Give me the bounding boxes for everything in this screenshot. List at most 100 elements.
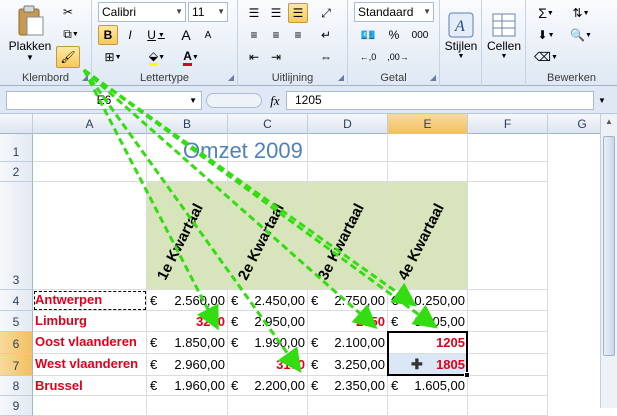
thousands-separator-button[interactable]: 000 [406,25,434,45]
currency-symbol: € [391,378,399,393]
row-header-3[interactable]: 3 [0,182,33,290]
find-select-button[interactable]: 🔍 ▼ [564,25,598,45]
cell-f3[interactable] [468,182,548,290]
cell-f8[interactable] [468,376,548,396]
row-header-7[interactable]: 7 [0,354,33,376]
row-header-6[interactable]: 6 [0,332,33,354]
row-header-4[interactable]: 4 [0,290,33,311]
decrease-decimal-button[interactable]: ,00→ [384,47,412,67]
increase-indent-button[interactable]: ⇥ [266,47,286,67]
row-header-1[interactable]: 1 [0,134,33,162]
vertical-scrollbar[interactable]: ▲ [600,114,617,408]
currency-symbol: € [311,293,319,308]
expand-formula-button[interactable]: ▼ [595,91,609,110]
grow-font-button[interactable]: A [176,25,196,45]
cell-a9[interactable] [33,396,147,416]
clear-button[interactable]: ⌫ ▼ [532,47,560,67]
increase-decimal-button[interactable]: ←,0 [354,47,382,67]
italic-button[interactable]: I [120,25,140,45]
fill-color-button[interactable]: ⬙ ▼ [142,47,172,67]
cell-e1[interactable] [388,134,468,162]
dialog-launcher-icon[interactable]: ◢ [228,73,234,82]
dialog-launcher-icon[interactable]: ◢ [338,73,344,82]
scroll-thumb[interactable] [603,136,615,356]
insert-function-button[interactable]: fx [266,91,284,110]
merge-center-button[interactable]: ⇔ [312,47,340,67]
number-format-combo[interactable]: Standaard ▼ [354,2,434,22]
alignment-group: ☰ ☰ ☰ ⤢ ≡ ≡ ≡ ↵ ⇤ ⇥ ⇔ Uitlijning ◢ [238,0,348,86]
bold-button[interactable]: B [98,25,118,45]
orientation-button[interactable]: ⤢ [312,3,340,23]
fill-handle[interactable] [464,372,470,378]
decrease-indent-button[interactable]: ⇤ [244,47,264,67]
cell-b2[interactable] [147,162,228,182]
cut-button[interactable]: ✂ [56,2,80,22]
font-color-button[interactable]: A ▼ [176,47,206,67]
cell-d1[interactable] [308,134,388,162]
scroll-up-icon[interactable]: ▲ [601,114,617,130]
cell-a3[interactable] [33,182,147,290]
font-size-combo[interactable]: 11 ▼ [188,2,228,22]
cell-e9[interactable] [388,396,468,416]
align-left-button[interactable]: ≡ [244,25,264,45]
column-header-a[interactable]: A [33,114,147,134]
value-cell: €1.990,00 [228,332,308,354]
cell-c9[interactable] [228,396,308,416]
dialog-launcher-icon[interactable]: ◢ [82,73,88,82]
row-number: 1 [12,145,20,159]
column-header-f[interactable]: F [468,114,548,134]
align-bottom-button[interactable]: ☰ [288,3,308,23]
row-header-8[interactable]: 8 [0,376,33,396]
align-center-button[interactable]: ≡ [266,25,286,45]
cell-f7[interactable] [468,354,548,376]
row-label: West vlaanderen [35,356,139,371]
currency-format-button[interactable]: 💶 [354,25,382,45]
autosum-button[interactable]: Σ ▼ [532,3,560,23]
cell-f6[interactable] [468,332,548,354]
grow-font-glyph: A [181,27,191,43]
column-header-c[interactable]: C [228,114,308,134]
underline-button[interactable]: U ▼ [142,25,170,45]
font-name-combo[interactable]: Calibri ▼ [98,2,186,22]
formula-bar-splitter[interactable] [206,93,262,108]
sort-filter-button[interactable]: ⇅ ▼ [564,3,598,23]
cell-f2[interactable] [468,162,548,182]
cell-e2[interactable] [388,162,468,182]
name-box[interactable]: E6 ▼ [6,91,202,110]
cell-b9[interactable] [147,396,228,416]
cell-c2[interactable] [228,162,308,182]
row-header-9[interactable]: 9 [0,396,33,416]
cell-f1[interactable] [468,134,548,162]
paste-button[interactable]: Plakken ▼ [8,2,52,64]
borders-button[interactable]: ⊞ ▼ [98,47,128,67]
fill-button[interactable]: ⬇ ▼ [532,25,560,45]
styles-button[interactable]: A Stijlen ▼ [442,2,480,68]
column-header-e[interactable]: E [388,114,468,134]
cell-f9[interactable] [468,396,548,416]
dialog-launcher-icon[interactable]: ◢ [430,73,436,82]
cell-d9[interactable] [308,396,388,416]
percent-button[interactable]: % [384,25,404,45]
cell-a2[interactable] [33,162,147,182]
shrink-font-button[interactable]: A [198,25,218,45]
increase-decimal-icon: ←,0 [359,52,377,62]
row-header-5[interactable]: 5 [0,311,33,332]
scissors-icon: ✂ [62,5,74,19]
cell-f4[interactable] [468,290,548,311]
column-header-b[interactable]: B [147,114,228,134]
align-top-button[interactable]: ☰ [244,3,264,23]
cell-f5[interactable] [468,311,548,332]
cells-button[interactable]: Cellen ▼ [484,2,524,68]
copy-button[interactable]: ⧉ ▼ [56,24,86,44]
column-header-d[interactable]: D [308,114,388,134]
formula-input[interactable]: 1205 [286,91,594,110]
format-painter-button[interactable]: 🖌 [56,46,80,68]
row-header-2[interactable]: 2 [0,162,33,182]
wrap-text-button[interactable]: ↵ [312,25,340,45]
select-all-button[interactable] [0,114,33,134]
align-right-button[interactable]: ≡ [288,25,308,45]
cell-a1[interactable] [33,134,147,162]
cell-d2[interactable] [308,162,388,182]
cell-value: 3.805,00 [414,314,465,329]
align-middle-button[interactable]: ☰ [266,3,286,23]
